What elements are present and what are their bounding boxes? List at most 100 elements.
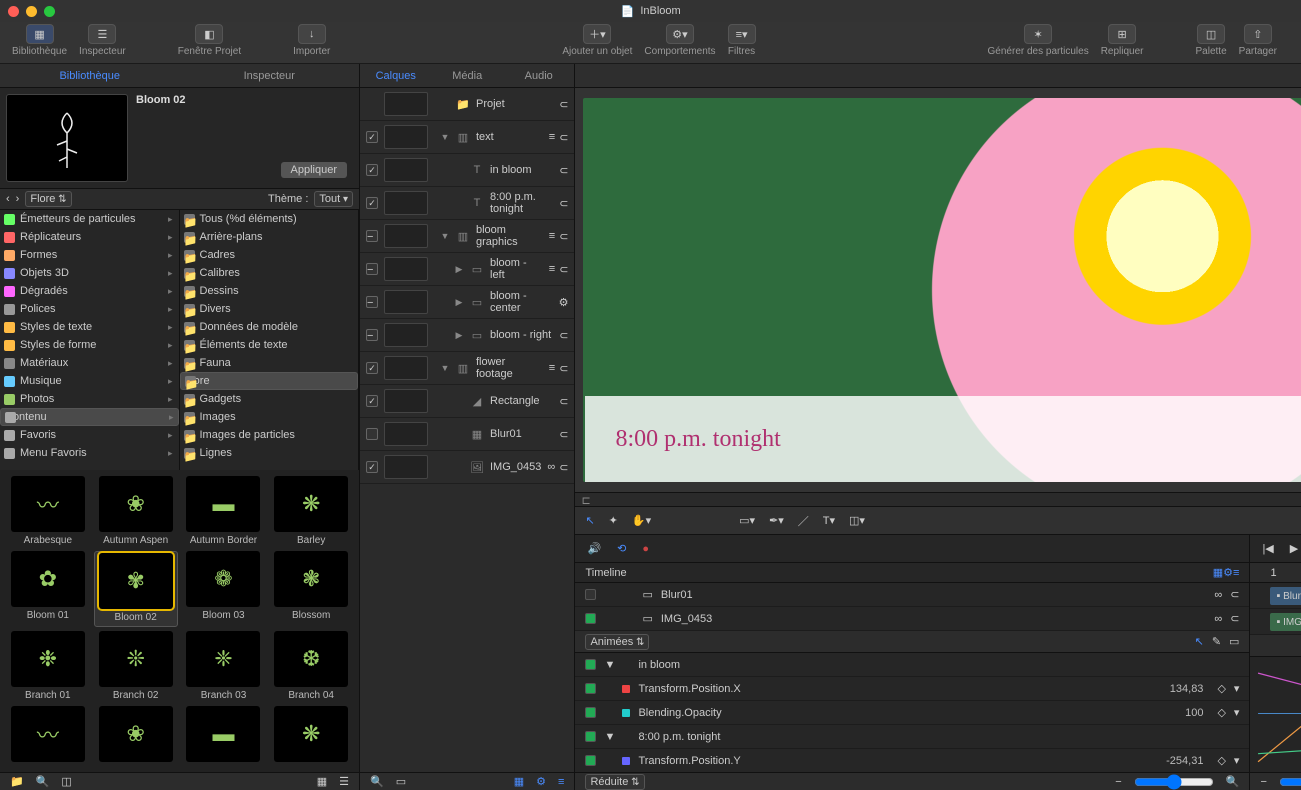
keyframe-menu-icon[interactable]: ▾ xyxy=(1234,682,1240,695)
stack-icon[interactable]: ≡ xyxy=(549,263,555,276)
visibility-checkbox[interactable] xyxy=(366,362,378,374)
content-grid[interactable]: 〰Arabesque❀Autumn Aspen▬Autumn Border❋Ba… xyxy=(0,470,359,772)
link-icon[interactable]: ⊂ xyxy=(559,461,568,474)
search-icon[interactable]: 🔍 xyxy=(36,775,50,788)
thumb-item[interactable]: ✾Bloom 02 xyxy=(94,551,178,626)
time-ruler[interactable]: 1121241361481 xyxy=(1250,563,1301,583)
thumb-item[interactable]: ❀ xyxy=(94,706,178,766)
zoom-out-icon[interactable]: − xyxy=(1260,776,1266,788)
thumb-item[interactable]: ❀Autumn Aspen xyxy=(94,476,178,547)
reduce-select[interactable]: Réduite ⇅ xyxy=(585,774,644,790)
mini-timeline[interactable]: ⊏ ⊐ xyxy=(575,492,1301,506)
lock-icon[interactable]: ⊂ xyxy=(1230,612,1239,625)
filter-icon[interactable]: ▭ xyxy=(396,775,406,788)
tl-mask-icon[interactable]: ▦ xyxy=(1213,566,1223,579)
tab-layers[interactable]: Calques xyxy=(360,64,431,87)
share-button[interactable]: ⇧ Partager xyxy=(1239,24,1277,57)
param-enable[interactable] xyxy=(585,707,596,718)
tl-gear-icon[interactable]: ⚙ xyxy=(1223,566,1233,579)
category-item[interactable]: Formes▸ xyxy=(0,246,179,264)
link-icon[interactable]: ⊂ xyxy=(559,98,568,111)
visibility-checkbox[interactable]: − xyxy=(366,296,378,308)
category-item[interactable]: Styles de forme▸ xyxy=(0,336,179,354)
thumb-item[interactable]: ❊Branch 02 xyxy=(94,631,178,702)
nav-forward[interactable]: › xyxy=(16,193,20,205)
thumb-item[interactable]: ❋Barley xyxy=(269,476,353,547)
tab-inspector[interactable]: Inspecteur xyxy=(180,64,360,87)
link-icon[interactable]: ⊂ xyxy=(559,263,568,276)
nav-back[interactable]: ‹ xyxy=(6,193,10,205)
link-icon[interactable]: ⊂ xyxy=(559,329,568,342)
param-enable[interactable] xyxy=(585,659,596,670)
particles-button[interactable]: ✶ Générer des particules xyxy=(988,24,1089,57)
param-enable[interactable] xyxy=(585,755,596,766)
timeline-row[interactable]: ▭IMG_0453∞⊂ xyxy=(575,607,1249,631)
clip[interactable]: ▪ IMG_0453 xyxy=(1270,613,1301,631)
thumb-item[interactable]: ▬ xyxy=(182,706,266,766)
rect-tool[interactable]: ▭▾ xyxy=(739,514,755,527)
param-row[interactable]: Transform.Position.Y-254,31◇▾ xyxy=(575,749,1249,772)
subcategory-item[interactable]: 📁Images xyxy=(180,408,359,426)
import-button[interactable]: ↓ Importer xyxy=(293,24,330,57)
layer-row[interactable]: ◢Rectangle⊂ xyxy=(360,385,574,418)
keyframe-prev-icon[interactable]: ◇ xyxy=(1217,682,1225,695)
library-button[interactable]: ▦ Bibliothèque xyxy=(12,24,67,57)
visibility-checkbox[interactable] xyxy=(366,131,378,143)
param-enable[interactable] xyxy=(585,731,596,742)
visibility-checkbox[interactable]: − xyxy=(366,230,378,242)
timeline-row[interactable]: ▭Blur01∞⊂ xyxy=(575,583,1249,607)
thumb-item[interactable]: 〰 xyxy=(6,706,90,766)
thumb-item[interactable]: ▬Autumn Border xyxy=(182,476,266,547)
subcategory-item[interactable]: 📁Divers xyxy=(180,300,359,318)
layer-row[interactable]: T8:00 p.m. tonight⊂ xyxy=(360,187,574,220)
animated-select[interactable]: Animées ⇅ xyxy=(585,634,649,650)
subcategory-item[interactable]: 📁Dessins xyxy=(180,282,359,300)
track-enable[interactable] xyxy=(585,613,596,624)
zoom-out-icon[interactable]: − xyxy=(1115,776,1121,788)
record-icon[interactable]: ● xyxy=(642,543,649,555)
category-item[interactable]: Favoris▸ xyxy=(0,426,179,444)
subcategory-item[interactable]: 📁Fauna xyxy=(180,354,359,372)
clip-row[interactable]: ▪ IMG_0453 xyxy=(1250,609,1301,635)
keyframe-prev-icon[interactable]: ◇ xyxy=(1217,706,1225,719)
param-enable[interactable] xyxy=(585,683,596,694)
keyframe-editor[interactable] xyxy=(1250,657,1301,772)
visibility-checkbox[interactable]: − xyxy=(366,329,378,341)
category-item[interactable]: Réplicateurs▸ xyxy=(0,228,179,246)
zoom-window[interactable] xyxy=(44,6,55,17)
visibility-checkbox[interactable] xyxy=(366,461,378,473)
layer-row[interactable]: ▼▥text≡⊂ xyxy=(360,121,574,154)
layer-row[interactable]: Tin bloom⊂ xyxy=(360,154,574,187)
thumb-item[interactable]: ❃Blossom xyxy=(269,551,353,626)
visibility-checkbox[interactable]: − xyxy=(366,263,378,275)
layer-row[interactable]: −▶▭bloom - right⊂ xyxy=(360,319,574,352)
mute-icon[interactable]: 🔊 xyxy=(587,542,601,555)
minimize-window[interactable] xyxy=(26,6,37,17)
disclosure-icon[interactable]: ▶ xyxy=(454,330,464,341)
loop-icon[interactable]: ⟲ xyxy=(617,542,626,555)
disclosure-icon[interactable]: ▼ xyxy=(440,132,450,142)
link-icon[interactable]: ⊂ xyxy=(559,428,568,441)
param-row[interactable]: ▼in bloom xyxy=(575,653,1249,677)
filters-button[interactable]: ≡▾ Filtres xyxy=(728,24,756,57)
go-start-icon[interactable]: |◀ xyxy=(1262,542,1273,555)
category-item[interactable]: Musique▸ xyxy=(0,372,179,390)
subcategory-item[interactable]: 📁Lignes xyxy=(180,444,359,462)
visibility-checkbox[interactable] xyxy=(366,428,378,440)
link-icon[interactable]: ⊂ xyxy=(559,395,568,408)
thumb-item[interactable]: ❈Branch 03 xyxy=(182,631,266,702)
play-icon[interactable]: ▶ xyxy=(1290,542,1298,555)
keyframe-menu-icon[interactable]: ▾ xyxy=(1234,706,1240,719)
theme-select[interactable]: Tout ▾ xyxy=(314,191,353,207)
hand-tool[interactable]: ✋▾ xyxy=(632,514,651,527)
project-window-button[interactable]: ◧ Fenêtre Projet xyxy=(178,24,241,57)
link2-icon[interactable]: ∞ xyxy=(547,461,555,474)
category-item[interactable]: Photos▸ xyxy=(0,390,179,408)
thumb-item[interactable]: ❁Bloom 03 xyxy=(182,551,266,626)
filter-stack-icon[interactable]: ≡ xyxy=(558,776,564,788)
apply-button[interactable]: Appliquer xyxy=(281,162,347,178)
subcategory-item[interactable]: 📁Données de modèle xyxy=(180,318,359,336)
grid-icon[interactable]: ▦ xyxy=(317,775,327,788)
layer-row[interactable]: 🖼IMG_0453∞⊂ xyxy=(360,451,574,484)
subcategory-item[interactable]: 📁Calibres xyxy=(180,264,359,282)
